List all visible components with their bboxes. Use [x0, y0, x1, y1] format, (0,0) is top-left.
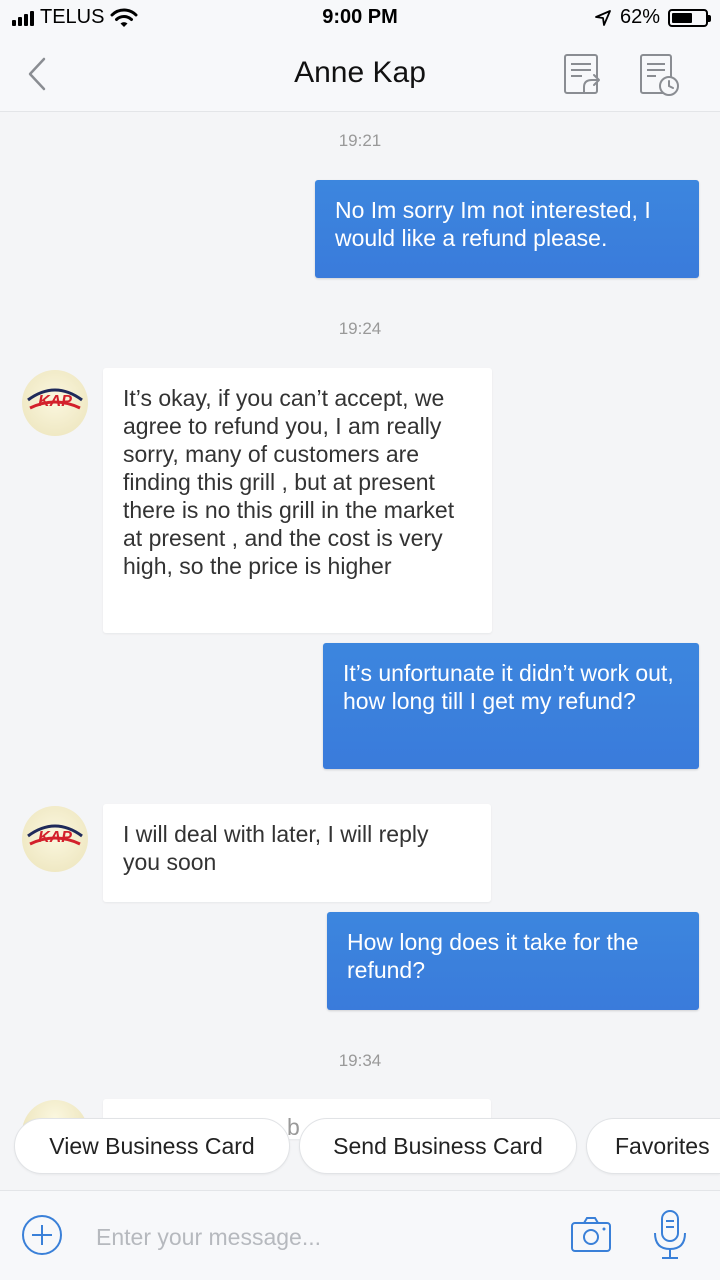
status-bar: TELUS 9:00 PM 62%	[0, 0, 720, 36]
battery-level	[672, 12, 692, 23]
microphone-icon[interactable]	[652, 1209, 688, 1261]
message-timestamp: 19:34	[338, 1051, 382, 1070]
svg-text:KAP: KAP	[38, 393, 72, 410]
history-document-icon[interactable]	[638, 52, 682, 98]
kap-logo-icon: KAP	[27, 388, 83, 410]
favorites-button[interactable]: Favorites	[586, 1118, 720, 1174]
message-input[interactable]	[96, 1215, 536, 1259]
message-input-bar	[0, 1190, 720, 1280]
incoming-message[interactable]: I will deal with later, I will reply you…	[103, 804, 491, 902]
contact-name: Anne Kap	[294, 56, 426, 89]
camera-icon[interactable]	[570, 1215, 612, 1255]
outgoing-message[interactable]: It’s unfortunate it didn’t work out, how…	[323, 643, 699, 769]
message-timestamp: 19:24	[338, 319, 382, 338]
outgoing-message[interactable]: How long does it take for the refund?	[327, 912, 699, 1010]
plus-circle-icon[interactable]	[20, 1213, 64, 1257]
status-right: 62%	[594, 6, 711, 29]
message-timestamp: 19:21	[338, 131, 382, 150]
view-business-card-button[interactable]: View Business Card	[14, 1118, 290, 1174]
send-business-card-button[interactable]: Send Business Card	[299, 1118, 577, 1174]
battery-icon	[668, 8, 711, 27]
outgoing-message[interactable]: No Im sorry Im not interested, I would l…	[315, 180, 699, 278]
location-arrow-icon	[595, 9, 611, 26]
incoming-message[interactable]: It’s okay, if you can’t accept, we agree…	[103, 368, 492, 633]
contact-avatar[interactable]: KAP	[22, 806, 88, 872]
svg-text:KAP: KAP	[38, 829, 72, 846]
chat-header: Anne Kap	[0, 36, 720, 112]
kap-logo-icon: KAP	[27, 824, 83, 846]
contact-avatar[interactable]: KAP	[22, 370, 88, 436]
battery-percent: 62%	[619, 6, 660, 28]
upload-document-icon[interactable]	[562, 52, 606, 98]
